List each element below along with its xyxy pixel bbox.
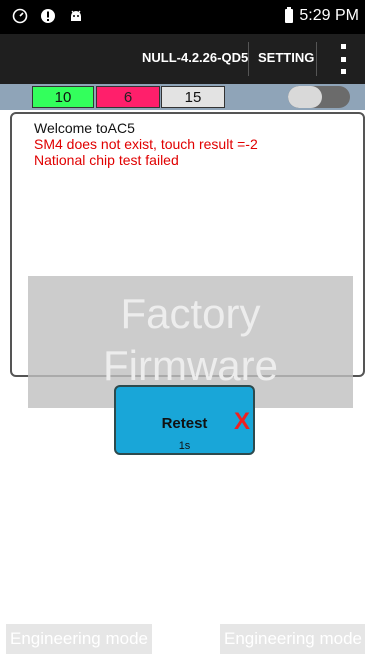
battery-icon: [285, 7, 294, 23]
log-line: SM4 does not exist, touch result =-2: [34, 136, 258, 152]
log-line: National chip test failed: [34, 152, 179, 168]
toggle-switch[interactable]: [288, 86, 350, 108]
retest-timer: 1s: [178, 440, 191, 452]
action-separator: [316, 42, 317, 76]
counter-row: 10 6 15: [0, 84, 365, 110]
setting-button[interactable]: SETTING: [258, 50, 314, 65]
pass-counter: 10: [32, 86, 94, 108]
retest-label: Retest: [161, 415, 208, 432]
toggle-thumb[interactable]: [288, 86, 322, 108]
more-vertical-icon[interactable]: [339, 44, 347, 74]
action-separator: [248, 42, 249, 76]
watermark-line: Factory: [120, 290, 261, 337]
action-title: NULL-4.2.26-QD5: [142, 50, 249, 65]
engineering-mode-button-right[interactable]: Engineering mode: [220, 624, 365, 654]
log-line: Welcome toAC5: [34, 120, 135, 136]
status-right: 5:29 PM: [285, 7, 359, 25]
fail-counter: 6: [96, 86, 160, 108]
retest-button[interactable]: Retest X 1s: [114, 385, 255, 455]
status-icons: [12, 8, 84, 24]
alert-icon: [40, 8, 56, 24]
x-icon: X: [234, 408, 251, 435]
watermark-line: Firmware: [103, 342, 278, 389]
engineering-mode-button-left[interactable]: Engineering mode: [6, 624, 152, 654]
total-counter: 15: [161, 86, 225, 108]
timer-icon: [12, 8, 28, 24]
action-bar: NULL-4.2.26-QD5 SETTING: [0, 34, 365, 84]
status-bar: 5:29 PM: [0, 0, 365, 34]
android-icon: [68, 8, 84, 24]
status-time: 5:29 PM: [299, 7, 359, 24]
